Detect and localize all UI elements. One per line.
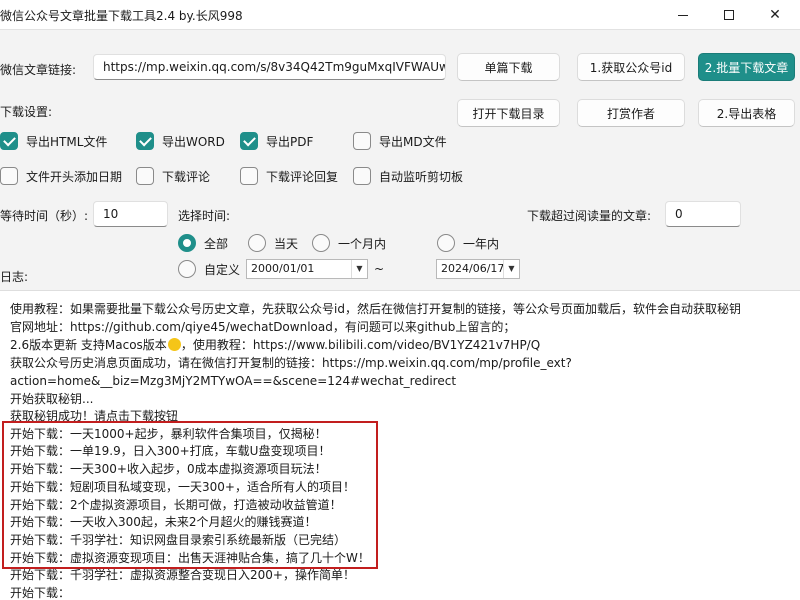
download-comments-checkbox[interactable]: 下载评论 <box>136 166 210 186</box>
export-pdf-checkbox[interactable]: 导出PDF <box>240 131 313 151</box>
end-date-picker[interactable]: 2024/06/17 ▼ <box>436 259 520 279</box>
chevron-down-icon[interactable]: ▼ <box>503 260 519 278</box>
time-month-radio[interactable]: 一个月内 <box>312 233 386 253</box>
read-threshold-label: 下载超过阅读量的文章: <box>527 209 652 223</box>
checkbox-label: 文件开头添加日期 <box>26 169 123 184</box>
checkbox-label: 导出MD文件 <box>379 134 447 149</box>
radio-label: 一年内 <box>463 236 500 251</box>
window-title: 微信公众号文章批量下载工具2.4 by.长风998 <box>0 9 243 23</box>
wait-time-label: 等待时间（秒）: <box>0 209 89 223</box>
checkbox-checked-icon <box>240 132 258 150</box>
read-threshold-input[interactable]: 0 <box>665 201 741 227</box>
close-button[interactable]: ✕ <box>752 0 798 30</box>
export-table-button[interactable]: 2.导出表格 <box>698 99 795 127</box>
time-year-radio[interactable]: 一年内 <box>437 233 499 253</box>
radio-label: 一个月内 <box>338 236 387 251</box>
chevron-down-icon[interactable]: ▼ <box>351 260 367 278</box>
log-line: 官网地址：https://github.com/qiye45/wechatDow… <box>10 320 516 334</box>
radio-selected-icon <box>178 234 196 252</box>
minimize-icon <box>678 14 688 16</box>
smiley-emoji-icon <box>167 338 181 351</box>
export-word-checkbox[interactable]: 导出WORD <box>136 131 225 151</box>
checkbox-label: 下载评论回复 <box>266 169 339 184</box>
export-html-checkbox[interactable]: 导出HTML文件 <box>0 131 107 151</box>
minimize-button[interactable] <box>660 0 706 30</box>
settings-label: 下载设置: <box>0 105 53 119</box>
checkbox-label: 导出WORD <box>162 134 225 149</box>
log-line: 获取公众号历史消息页面成功，请在微信打开复制的链接：https://mp.wei… <box>10 356 572 370</box>
log-line: 开始下载：千羽学社：虚拟资源整合变现日入200+，操作简单！ <box>10 568 355 582</box>
checkbox-label: 自动监听剪切板 <box>379 169 464 184</box>
log-line: action=home&__biz=Mzg3MjY2MTYwOA==&scene… <box>10 374 457 388</box>
date-range-separator: ~ <box>374 262 385 276</box>
export-md-checkbox[interactable]: 导出MD文件 <box>353 131 447 151</box>
start-date-picker[interactable]: 2000/01/01 ▼ <box>246 259 368 279</box>
maximize-icon <box>724 10 734 20</box>
log-label: 日志: <box>0 270 29 284</box>
add-date-prefix-checkbox[interactable]: 文件开头添加日期 <box>0 166 122 186</box>
log-line-text: 2.6版本更新 支持Macos版本 <box>10 338 167 352</box>
title-bar: 微信公众号文章批量下载工具2.4 by.长风998 ✕ <box>0 0 800 30</box>
log-line: 开始获取秘钥... <box>10 392 94 406</box>
checkbox-icon <box>353 167 371 185</box>
checkbox-icon <box>0 167 18 185</box>
time-today-radio[interactable]: 当天 <box>248 233 298 253</box>
log-line: 开始下载： <box>10 586 71 600</box>
radio-label: 当天 <box>274 236 299 251</box>
end-date-value: 2024/06/17 <box>441 262 505 275</box>
checkbox-icon <box>240 167 258 185</box>
checkbox-label: 导出PDF <box>266 134 314 149</box>
time-all-radio[interactable]: 全部 <box>178 233 228 253</box>
log-line: 使用教程：如果需要批量下载公众号历史文章，先获取公众号id，然后在微信打开复制的… <box>10 302 741 316</box>
download-comment-replies-checkbox[interactable]: 下载评论回复 <box>240 166 338 186</box>
select-time-label: 选择时间: <box>178 209 231 223</box>
get-id-button[interactable]: 1.获取公众号id <box>577 53 685 81</box>
checkbox-icon <box>353 132 371 150</box>
radio-icon <box>248 234 266 252</box>
batch-download-button[interactable]: 2.批量下载文章 <box>698 53 795 81</box>
radio-label: 全部 <box>204 236 229 251</box>
time-custom-radio[interactable]: 自定义 <box>178 259 240 279</box>
radio-icon <box>437 234 455 252</box>
checkbox-label: 下载评论 <box>162 169 211 184</box>
url-label: 微信文章链接: <box>0 63 77 77</box>
log-line: 2.6版本更新 支持Macos版本 ，使用教程：https://www.bilib… <box>10 337 540 354</box>
radio-icon <box>312 234 330 252</box>
highlight-annotation-box <box>2 421 378 569</box>
close-icon: ✕ <box>769 7 781 23</box>
start-date-value: 2000/01/01 <box>251 262 315 275</box>
tip-author-button[interactable]: 打赏作者 <box>577 99 685 127</box>
checkbox-checked-icon <box>0 132 18 150</box>
log-panel[interactable]: 使用教程：如果需要批量下载公众号历史文章，先获取公众号id，然后在微信打开复制的… <box>0 290 800 600</box>
checkbox-checked-icon <box>136 132 154 150</box>
checkbox-icon <box>136 167 154 185</box>
open-download-dir-button[interactable]: 打开下载目录 <box>457 99 560 127</box>
log-line-text: ，使用教程：https://www.bilibili.com/video/BV1… <box>180 338 541 352</box>
single-download-button[interactable]: 单篇下载 <box>457 53 560 81</box>
maximize-button[interactable] <box>706 0 752 30</box>
radio-label: 自定义 <box>204 262 241 277</box>
wait-time-input[interactable]: 10 <box>93 201 168 227</box>
radio-icon <box>178 260 196 278</box>
auto-clipboard-checkbox[interactable]: 自动监听剪切板 <box>353 166 463 186</box>
checkbox-label: 导出HTML文件 <box>26 134 108 149</box>
url-input[interactable]: https://mp.weixin.qq.com/s/8v34Q42Tm9guM… <box>93 54 446 80</box>
